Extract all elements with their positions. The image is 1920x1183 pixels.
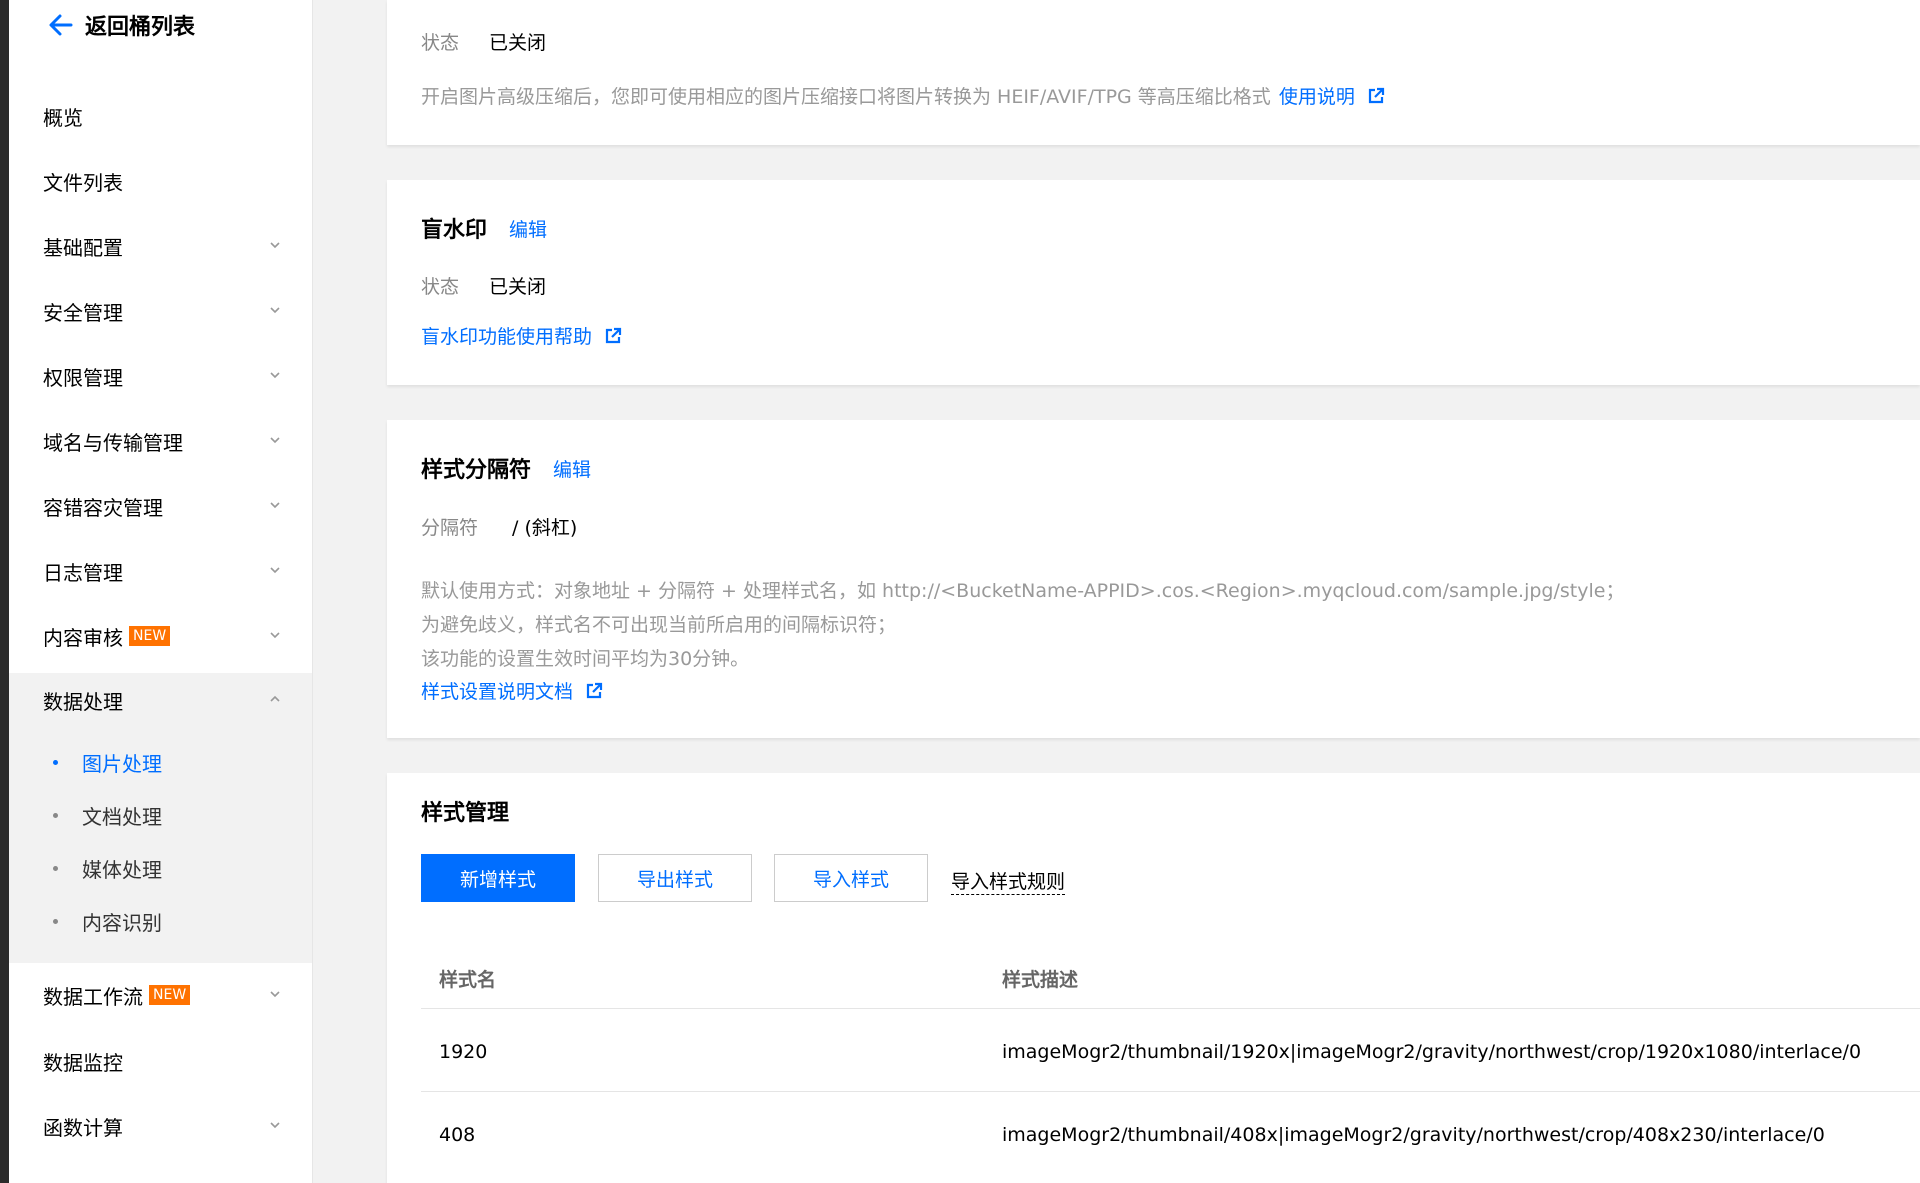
watermark-help-link[interactable]: 盲水印功能使用帮助 bbox=[421, 322, 622, 349]
usage-guide-link[interactable]: 使用说明 bbox=[1279, 82, 1385, 109]
chevron-down-icon bbox=[270, 307, 280, 314]
style-desc-cell: imageMogr2/thumbnail/408x|imageMogr2/gra… bbox=[1002, 1124, 1825, 1146]
status-key: 状态 bbox=[421, 276, 460, 298]
style-name-cell: 1920 bbox=[439, 1041, 488, 1063]
sidebar-item-data-processing[interactable]: 数据处理 bbox=[9, 675, 312, 725]
sidebar-subitem-label: 媒体处理 bbox=[82, 857, 162, 882]
external-link-icon bbox=[605, 327, 622, 343]
new-badge: NEW bbox=[149, 985, 191, 1005]
separator-description-1: 默认使用方式：对象地址 + 分隔符 + 处理样式名，如 http://<Buck… bbox=[421, 580, 1625, 602]
table-divider bbox=[421, 1008, 1920, 1009]
sidebar-item-label: 容错容灾管理 bbox=[43, 495, 163, 520]
sidebar-item-fault-tolerance[interactable]: 容错容灾管理 bbox=[9, 481, 312, 531]
sidebar-item-function-compute[interactable]: 函数计算 bbox=[9, 1101, 312, 1151]
sidebar-item-label: 文件列表 bbox=[43, 170, 123, 195]
card-title: 样式管理 bbox=[421, 801, 510, 826]
sidebar-item-content-audit[interactable]: 内容审核 NEW bbox=[9, 611, 312, 661]
separator-value: / (斜杠) bbox=[512, 517, 578, 539]
style-management-card: 样式管理 新增样式 导出样式 导入样式 导入样式规则 样式名 样式描述 1920… bbox=[387, 773, 1920, 1183]
style-name-cell: 408 bbox=[439, 1124, 476, 1146]
watermark-help-label: 盲水印功能使用帮助 bbox=[421, 326, 593, 348]
chevron-down-icon bbox=[270, 502, 280, 509]
card-title: 盲水印 bbox=[421, 218, 488, 243]
chevron-down-icon bbox=[270, 437, 280, 444]
sidebar-subitem-media-processing[interactable]: 媒体处理 bbox=[9, 846, 312, 890]
style-separator-card: 样式分隔符 编辑 分隔符 / (斜杠) 默认使用方式：对象地址 + 分隔符 + … bbox=[387, 420, 1920, 738]
style-doc-link[interactable]: 样式设置说明文档 bbox=[421, 677, 603, 704]
export-styles-button[interactable]: 导出样式 bbox=[598, 854, 752, 902]
column-header-style-desc: 样式描述 bbox=[1002, 969, 1079, 991]
chevron-down-icon bbox=[270, 567, 280, 574]
back-to-bucket-list[interactable]: 返回桶列表 bbox=[47, 8, 195, 42]
sidebar-item-label: 数据处理 bbox=[43, 689, 123, 714]
sidebar-subitem-label: 文档处理 bbox=[82, 804, 162, 829]
column-header-style-name: 样式名 bbox=[439, 969, 497, 991]
sidebar: 返回桶列表 概览 文件列表 基础配置 安全管理 权限管理 域名与传输管理 容错容… bbox=[9, 0, 313, 1183]
sidebar-item-label: 数据工作流 bbox=[43, 984, 143, 1009]
sidebar-item-label: 日志管理 bbox=[43, 560, 123, 585]
sidebar-item-label: 函数计算 bbox=[43, 1115, 123, 1140]
sidebar-subitem-document-processing[interactable]: 文档处理 bbox=[9, 793, 312, 837]
sidebar-item-label: 权限管理 bbox=[43, 365, 123, 390]
arrow-left-icon bbox=[49, 14, 73, 36]
bullet-dot bbox=[53, 866, 58, 871]
bullet-dot bbox=[53, 919, 58, 924]
import-style-rules-link[interactable]: 导入样式规则 bbox=[951, 867, 1066, 895]
add-style-button[interactable]: 新增样式 bbox=[421, 854, 575, 902]
status-key: 状态 bbox=[421, 32, 460, 54]
bullet-dot bbox=[53, 760, 58, 765]
sidebar-item-label: 安全管理 bbox=[43, 300, 123, 325]
table-divider bbox=[421, 1091, 1920, 1092]
chevron-up-icon bbox=[270, 695, 280, 702]
sidebar-item-basic-config[interactable]: 基础配置 bbox=[9, 221, 312, 271]
status-value: 已关闭 bbox=[489, 276, 547, 298]
chevron-down-icon bbox=[270, 1122, 280, 1129]
sidebar-item-security[interactable]: 安全管理 bbox=[9, 286, 312, 336]
chevron-down-icon bbox=[270, 372, 280, 379]
sidebar-subitem-content-recognition[interactable]: 内容识别 bbox=[9, 899, 312, 943]
chevron-down-icon bbox=[270, 991, 280, 998]
compression-description: 开启图片高级压缩后，您即可使用相应的图片压缩接口将图片转换为 HEIF/AVIF… bbox=[421, 86, 1271, 108]
back-label: 返回桶列表 bbox=[85, 15, 196, 40]
import-styles-button[interactable]: 导入样式 bbox=[774, 854, 928, 902]
sidebar-item-label: 概览 bbox=[43, 105, 83, 130]
sidebar-subitem-image-processing[interactable]: 图片处理 bbox=[9, 740, 312, 784]
sidebar-item-label: 内容审核 bbox=[43, 625, 123, 650]
sidebar-subitem-label: 内容识别 bbox=[82, 910, 162, 935]
sidebar-subitem-label: 图片处理 bbox=[82, 751, 162, 776]
sidebar-item-file-list[interactable]: 文件列表 bbox=[9, 156, 312, 206]
left-edge-bar bbox=[0, 0, 9, 1183]
separator-key: 分隔符 bbox=[421, 517, 479, 539]
external-link-icon bbox=[1368, 87, 1384, 103]
style-doc-label: 样式设置说明文档 bbox=[421, 681, 574, 703]
style-desc-cell: imageMogr2/thumbnail/1920x|imageMogr2/gr… bbox=[1002, 1041, 1862, 1063]
sidebar-item-data-monitoring[interactable]: 数据监控 bbox=[9, 1036, 312, 1086]
external-link-icon bbox=[586, 682, 603, 698]
separator-description-3: 该功能的设置生效时间平均为30分钟。 bbox=[421, 648, 750, 670]
sidebar-item-label: 域名与传输管理 bbox=[43, 430, 183, 455]
sidebar-item-permissions[interactable]: 权限管理 bbox=[9, 351, 312, 401]
usage-guide-label: 使用说明 bbox=[1278, 86, 1355, 108]
chevron-down-icon bbox=[270, 242, 280, 249]
status-value: 已关闭 bbox=[489, 32, 547, 54]
sidebar-item-domain-transfer[interactable]: 域名与传输管理 bbox=[9, 416, 312, 466]
new-badge: NEW bbox=[129, 626, 171, 646]
sidebar-item-overview[interactable]: 概览 bbox=[9, 91, 312, 141]
edit-watermark-link[interactable]: 编辑 bbox=[509, 215, 547, 242]
advanced-compression-card: 状态 已关闭 开启图片高级压缩后，您即可使用相应的图片压缩接口将图片转换为 HE… bbox=[387, 0, 1920, 145]
sidebar-item-data-workflow[interactable]: 数据工作流 NEW bbox=[9, 970, 312, 1020]
chevron-down-icon bbox=[270, 632, 280, 639]
edit-separator-link[interactable]: 编辑 bbox=[553, 455, 591, 482]
sidebar-item-label: 基础配置 bbox=[43, 235, 123, 260]
blind-watermark-card: 盲水印 编辑 状态 已关闭 盲水印功能使用帮助 bbox=[387, 180, 1920, 385]
sidebar-item-logs[interactable]: 日志管理 bbox=[9, 546, 312, 596]
bullet-dot bbox=[53, 813, 58, 818]
card-title: 样式分隔符 bbox=[421, 458, 532, 483]
separator-description-2: 为避免歧义，样式名不可出现当前所启用的间隔标识符； bbox=[421, 614, 897, 636]
sidebar-item-label: 数据监控 bbox=[43, 1050, 123, 1075]
